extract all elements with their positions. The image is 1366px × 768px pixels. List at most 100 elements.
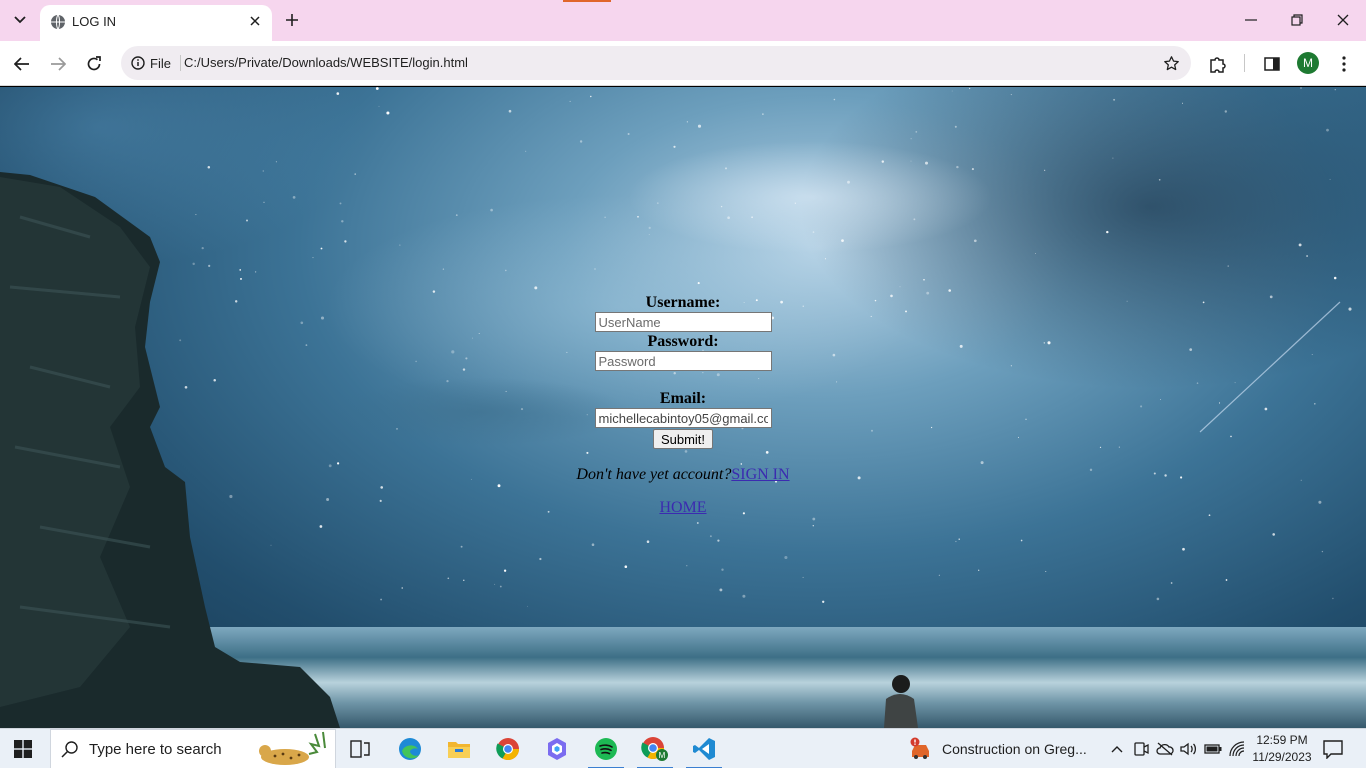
cloud-off-icon (1156, 742, 1174, 756)
task-view-icon (350, 740, 370, 758)
back-button[interactable] (9, 51, 35, 77)
news-widget[interactable]: Construction on Greg... (908, 729, 1087, 768)
bookmark-button[interactable] (1161, 53, 1181, 73)
meet-now-button[interactable] (1131, 739, 1151, 759)
star-dot (378, 105, 380, 107)
star-dot (881, 160, 885, 163)
password-input[interactable] (594, 351, 772, 371)
star-dot (1113, 98, 1116, 101)
star-dot (604, 216, 606, 218)
windows-start-icon[interactable] (14, 740, 32, 758)
star-dot (717, 539, 720, 542)
spotify-app[interactable] (583, 729, 629, 768)
star-dot (971, 168, 974, 171)
network-button[interactable] (1227, 739, 1247, 759)
star-dot (525, 150, 527, 152)
notification-icon[interactable] (1322, 739, 1344, 759)
star-dot (627, 132, 630, 136)
edge-app[interactable] (387, 729, 433, 768)
submit-button[interactable]: Submit! (652, 429, 714, 449)
star-dot (954, 125, 957, 128)
plus-icon (286, 14, 298, 26)
leopard-search-highlight-icon (259, 731, 326, 765)
username-input[interactable] (594, 312, 772, 332)
home-link[interactable]: HOME (659, 499, 706, 517)
taskbar-search[interactable]: Type here to search (50, 729, 336, 768)
no-account-text: Don't have yet account? (576, 466, 732, 483)
address-bar[interactable]: File C:/Users/Private/Downloads/WEBSITE/… (121, 46, 1191, 80)
close-icon (1337, 14, 1349, 26)
tab-login[interactable]: LOG IN (40, 5, 272, 41)
volume-button[interactable] (1179, 739, 1199, 759)
minimize-button[interactable] (1236, 6, 1266, 34)
page-viewport: Username: Password: Email: Submit! Don't… (0, 87, 1366, 728)
star-dot (899, 286, 901, 288)
star-dot (1329, 178, 1331, 180)
star-dot (401, 587, 403, 589)
star-dot (951, 90, 953, 92)
star-dot (915, 131, 918, 133)
windows-taskbar: Type here to search M Construction on Gr… (0, 728, 1366, 768)
star-dot (955, 540, 957, 543)
password-label: Password: (647, 333, 719, 350)
star-dot (721, 568, 724, 571)
star-dot (380, 598, 383, 601)
star-dot (910, 160, 912, 162)
show-hidden-icons-button[interactable] (1107, 739, 1127, 759)
copilot-app[interactable] (534, 729, 580, 768)
tab-strip-accent (563, 0, 611, 2)
site-info-label: File (150, 55, 171, 71)
star-dot (1334, 89, 1336, 91)
reload-icon (87, 56, 101, 71)
reload-button[interactable] (81, 51, 107, 77)
username-label: Username: (645, 294, 721, 311)
chip-divider (180, 55, 181, 71)
menu-button[interactable] (1331, 51, 1357, 77)
tab-search-button[interactable] (6, 7, 34, 33)
star-dot (490, 208, 493, 212)
star-dot (812, 525, 814, 527)
taskbar-clock[interactable]: 12:59 PM 11/29/2023 (1247, 732, 1317, 766)
star-dot (648, 234, 650, 236)
star-dot (494, 583, 496, 585)
star-dot (948, 289, 951, 292)
battery-button[interactable] (1203, 739, 1223, 759)
chrome-profile-app[interactable]: M (632, 729, 678, 768)
file-explorer-icon (448, 742, 470, 758)
onedrive-button[interactable] (1155, 739, 1175, 759)
star-dot (505, 269, 507, 272)
star-dot (709, 535, 712, 538)
restore-icon (1291, 14, 1303, 26)
task-view-button[interactable] (337, 729, 383, 768)
star-dot (1272, 533, 1275, 536)
camera-icon (1134, 742, 1149, 756)
forward-button[interactable] (45, 51, 71, 77)
star-dot (637, 216, 639, 218)
side-panel-button[interactable] (1259, 51, 1285, 77)
chrome-profile-icon: M (641, 737, 668, 761)
star-dot (812, 517, 816, 521)
extensions-button[interactable] (1205, 51, 1231, 77)
url-text[interactable]: C:/Users/Private/Downloads/WEBSITE/login… (184, 55, 468, 70)
star-dot (925, 161, 928, 165)
star-dot (354, 173, 356, 175)
vscode-app[interactable] (681, 729, 727, 768)
site-info-chip[interactable]: File (128, 52, 174, 74)
toolbar-separator (1244, 54, 1245, 72)
close-window-button[interactable] (1328, 6, 1358, 34)
login-form: Username: Password: Email: Submit! Don't… (0, 294, 1366, 517)
side-panel-icon (1264, 57, 1280, 71)
star-dot (923, 278, 925, 281)
new-tab-button[interactable] (280, 8, 304, 32)
file-explorer-app[interactable] (436, 729, 482, 768)
chrome-app[interactable] (485, 729, 531, 768)
tab-close-button[interactable] (246, 12, 264, 30)
star-dot (1020, 539, 1023, 542)
restore-button[interactable] (1282, 6, 1312, 34)
copilot-icon (548, 738, 566, 760)
signin-link[interactable]: SIGN IN (731, 466, 789, 483)
profile-avatar[interactable]: M (1297, 52, 1319, 74)
star-dot (958, 538, 960, 540)
email-input[interactable] (594, 408, 772, 428)
speaker-icon (1180, 742, 1197, 756)
